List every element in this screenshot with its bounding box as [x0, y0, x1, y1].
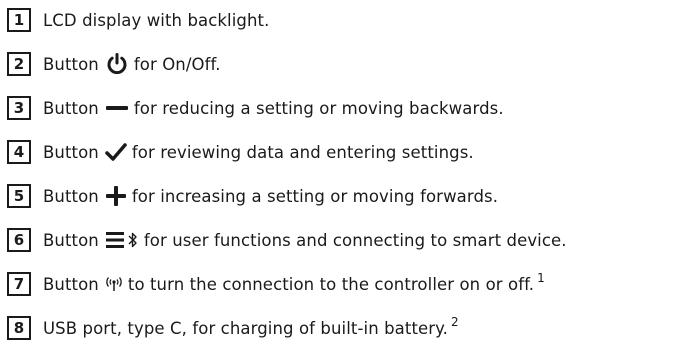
- item-number-badge: 5: [7, 184, 31, 208]
- item-number-badge: 8: [7, 316, 31, 340]
- item-text-before: Button: [43, 98, 99, 118]
- item-number-badge: 1: [7, 8, 31, 32]
- wireless-icon: [105, 275, 123, 293]
- list-item-3: 3 Button for reducing a setting or movin…: [7, 94, 504, 122]
- list-item-7: 7 Button to turn the connection to the c…: [7, 270, 545, 298]
- footnote-marker: 2: [451, 315, 459, 329]
- item-text-after: for On/Off.: [133, 54, 221, 74]
- power-icon: [105, 52, 129, 76]
- list-item-4: 4 Button for reviewing data and entering…: [7, 138, 474, 166]
- item-description: Button for increasing a setting or movin…: [43, 185, 498, 207]
- item-text-after: to turn the connection to the controller…: [127, 274, 535, 294]
- item-description: LCD display with backlight.: [43, 11, 269, 30]
- list-item-6: 6 Button for user functions and connecti…: [7, 226, 567, 254]
- item-text-before: Button: [43, 142, 99, 162]
- item-text-after: for reviewing data and entering settings…: [131, 142, 474, 162]
- item-description: Button to turn the connection to the con…: [43, 271, 545, 294]
- list-item-5: 5 Button for increasing a setting or mov…: [7, 182, 498, 210]
- check-icon: [105, 142, 127, 162]
- item-text-before: Button: [43, 54, 99, 74]
- item-description: USB port, type C, for charging of built-…: [43, 315, 459, 338]
- list-item-2: 2 Button for On/Off.: [7, 50, 221, 78]
- item-description: Button for On/Off.: [43, 52, 221, 76]
- item-description: Button for user functions and connecting…: [43, 230, 567, 250]
- item-text-after: for increasing a setting or moving forwa…: [131, 186, 499, 206]
- menu-bluetooth-icon: [105, 230, 139, 250]
- item-text: USB port, type C, for charging of built-…: [43, 318, 449, 338]
- item-text: LCD display with backlight.: [43, 10, 270, 30]
- item-text-before: Button: [43, 274, 99, 294]
- item-number-badge: 3: [7, 96, 31, 120]
- item-number-badge: 6: [7, 228, 31, 252]
- item-number-badge: 2: [7, 52, 31, 76]
- item-description: Button for reviewing data and entering s…: [43, 142, 474, 162]
- plus-icon: [105, 185, 127, 207]
- item-number-badge: 7: [7, 272, 31, 296]
- item-text-before: Button: [43, 230, 99, 250]
- item-text-after: for user functions and connecting to sma…: [143, 230, 567, 250]
- list-item-1: 1 LCD display with backlight.: [7, 6, 269, 34]
- list-item-8: 8 USB port, type C, for charging of buil…: [7, 314, 459, 342]
- item-description: Button for reducing a setting or moving …: [43, 99, 504, 118]
- item-text-before: Button: [43, 186, 99, 206]
- footnote-marker: 1: [537, 271, 545, 285]
- item-number-badge: 4: [7, 140, 31, 164]
- item-text-after: for reducing a setting or moving backwar…: [133, 98, 504, 118]
- minus-icon: [105, 101, 129, 115]
